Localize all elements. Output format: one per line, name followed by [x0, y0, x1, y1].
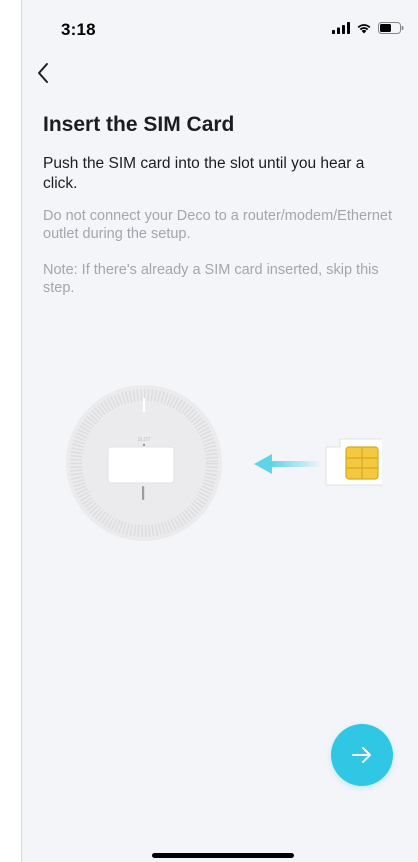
insert-arrow-icon: [254, 454, 322, 474]
sim-card-icon: [325, 438, 388, 486]
battery-icon: [378, 22, 404, 34]
instruction-text: Push the SIM card into the slot until yo…: [43, 155, 365, 192]
sim-slot: [107, 446, 175, 484]
back-button[interactable]: [36, 58, 66, 88]
arrow-right-icon: [352, 747, 371, 763]
deco-device-bottom: SLOT: [66, 385, 222, 541]
sim-insert-illustration: SLOT: [62, 385, 388, 560]
home-indicator[interactable]: [152, 853, 294, 858]
chevron-left-icon: [38, 63, 48, 83]
next-button[interactable]: [331, 724, 393, 786]
slot-label: SLOT: [137, 437, 150, 443]
cellular-signal-icon: [332, 22, 350, 34]
wifi-icon: [357, 24, 371, 34]
status-bar: 3:18: [22, 0, 418, 50]
page-title: Insert the SIM Card: [43, 113, 235, 136]
status-icons: [332, 22, 404, 34]
note-text: Note: If there's already a SIM card inse…: [43, 262, 379, 296]
warning-text: Do not connect your Deco to a router/mod…: [43, 208, 392, 242]
app-screen: 3:18 Insert the SIM Card Push the SIM ca…: [21, 0, 418, 862]
status-time: 3:18: [61, 20, 96, 39]
